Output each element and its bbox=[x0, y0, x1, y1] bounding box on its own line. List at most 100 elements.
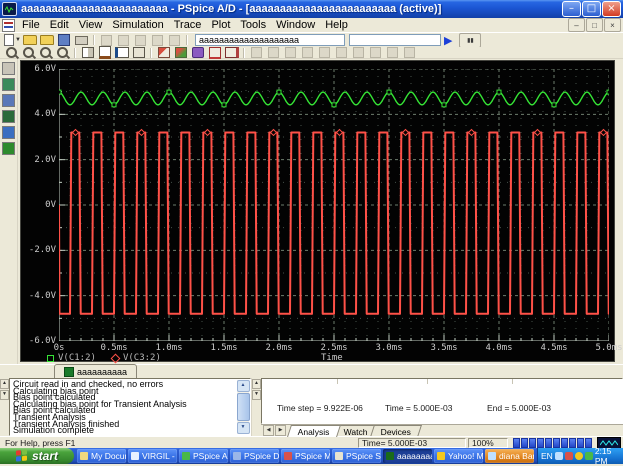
new-file-button[interactable]: ▼ bbox=[4, 34, 21, 47]
progress-block bbox=[545, 437, 552, 448]
zoom-in-button[interactable] bbox=[4, 46, 19, 59]
messenger-icon[interactable] bbox=[574, 452, 583, 460]
progress-block bbox=[561, 437, 568, 448]
waveform-chart[interactable] bbox=[59, 69, 609, 341]
x-tick-label: 0.5ms bbox=[100, 343, 128, 353]
performance-analysis-button[interactable] bbox=[114, 46, 129, 59]
circuit-file-icon[interactable] bbox=[2, 78, 15, 91]
simulation-profile-field[interactable]: aaaaaaaaaaaaaaaaaaaa bbox=[194, 34, 345, 46]
toggle-cursor-button[interactable] bbox=[224, 46, 239, 59]
taskbar-task[interactable]: PSpice Desi... bbox=[230, 449, 279, 463]
menu-item-simulation[interactable]: Simulation bbox=[107, 19, 168, 31]
zoom-out-button[interactable] bbox=[21, 46, 36, 59]
output-text-area: Circuit read in and checked, no errors Ca… bbox=[9, 378, 251, 436]
splitter-down-icon[interactable]: ▼ bbox=[0, 390, 9, 400]
splitter-down-icon[interactable]: ▼ bbox=[252, 390, 261, 400]
tab-label: Devices bbox=[381, 426, 412, 436]
taskbar-task[interactable]: aaaaaaaaaa... bbox=[383, 449, 432, 463]
task-label: Yahoo! Mes... bbox=[448, 451, 483, 461]
taskbar-task[interactable]: diana Band... bbox=[485, 449, 534, 463]
tab-analysis[interactable]: Analysis bbox=[287, 424, 341, 437]
sim-settings-icon[interactable] bbox=[2, 126, 15, 139]
sim-queue-icon[interactable] bbox=[2, 62, 15, 75]
taskbar-task[interactable]: PSpice Mes... bbox=[281, 449, 330, 463]
minimize-button[interactable]: – bbox=[562, 1, 581, 17]
menu-item-file[interactable]: File bbox=[17, 19, 45, 31]
disabled-cursor-icon bbox=[268, 47, 279, 58]
menu-item-view[interactable]: View bbox=[74, 19, 108, 31]
cut-button bbox=[99, 34, 114, 47]
fourier-button[interactable] bbox=[97, 46, 112, 59]
mark-data-points-icon bbox=[208, 46, 221, 59]
maximize-button[interactable]: □ bbox=[582, 1, 601, 17]
volume-icon[interactable] bbox=[554, 452, 563, 460]
antivirus-icon[interactable] bbox=[564, 452, 573, 460]
child-minimize-button[interactable]: – bbox=[568, 18, 585, 32]
output-scrollbar[interactable]: ▲ ▼ bbox=[236, 380, 250, 434]
redo-button bbox=[167, 34, 182, 47]
taskbar-task[interactable]: VIRGIL - Pl... bbox=[128, 449, 177, 463]
text-label-button[interactable] bbox=[190, 46, 205, 59]
data-file-icon[interactable] bbox=[2, 94, 15, 107]
column-divider bbox=[337, 379, 338, 384]
tab-scroll-left-icon[interactable]: ◀ bbox=[263, 425, 274, 436]
splitter-up-icon[interactable]: ▲ bbox=[252, 379, 261, 389]
run-simulation-button[interactable]: ▶ bbox=[444, 34, 452, 47]
task-label: PSpice Mes... bbox=[295, 451, 330, 461]
document-icon bbox=[2, 18, 15, 32]
open-file-button[interactable] bbox=[23, 34, 38, 47]
splitter-up-icon[interactable]: ▲ bbox=[0, 379, 9, 389]
y-tick-label: 6.0V bbox=[34, 64, 56, 74]
task-label: My Docume... bbox=[91, 451, 126, 461]
taskbar-task[interactable]: PSpice Sch... bbox=[332, 449, 381, 463]
eval-measurement-button[interactable] bbox=[173, 46, 188, 59]
mark-data-points-button[interactable] bbox=[207, 46, 222, 59]
scroll-up-icon[interactable]: ▲ bbox=[236, 380, 250, 392]
scroll-down-icon[interactable]: ▼ bbox=[236, 422, 250, 434]
run-profile-combo[interactable] bbox=[348, 34, 441, 46]
taskbar-task[interactable]: Yahoo! Mes... bbox=[434, 449, 483, 463]
child-close-button[interactable]: × bbox=[604, 18, 621, 32]
close-button[interactable]: × bbox=[602, 1, 621, 17]
taskbar-task[interactable]: My Docume... bbox=[77, 449, 126, 463]
menu-item-trace[interactable]: Trace bbox=[169, 19, 207, 31]
add-trace-button[interactable] bbox=[156, 46, 171, 59]
tab-devices[interactable]: Devices bbox=[370, 424, 423, 437]
zoom-area-button[interactable] bbox=[38, 46, 53, 59]
schematic-file-icon[interactable] bbox=[2, 142, 15, 155]
menu-item-plot[interactable]: Plot bbox=[206, 19, 235, 31]
menu-item-window[interactable]: Window bbox=[271, 19, 320, 31]
open-profile-button[interactable] bbox=[40, 34, 55, 47]
disabled-cursor-icon bbox=[251, 47, 262, 58]
tab-scroll-right-icon[interactable]: ▶ bbox=[275, 425, 286, 436]
log-y-axis-button[interactable] bbox=[131, 46, 146, 59]
plot-document-tab[interactable]: aaaaaaaaaa bbox=[54, 364, 138, 378]
cursor-tool-disabled bbox=[334, 46, 349, 59]
task-app-icon bbox=[233, 452, 241, 460]
legend-square-marker-icon bbox=[47, 354, 54, 362]
time-step-value: Time step = 9.922E-06 bbox=[277, 403, 363, 413]
disabled-cursor-icon bbox=[285, 47, 296, 58]
language-indicator[interactable]: EN bbox=[541, 451, 553, 461]
plot-tab-label: aaaaaaaaaa bbox=[77, 366, 128, 377]
pause-simulation-button[interactable]: ▮▮ bbox=[459, 32, 482, 48]
clock[interactable]: 2:15 PM bbox=[595, 446, 620, 466]
toolbar-separator bbox=[185, 35, 188, 45]
menu-item-edit[interactable]: Edit bbox=[45, 19, 74, 31]
menu-item-help[interactable]: Help bbox=[320, 19, 353, 31]
print-button[interactable] bbox=[74, 34, 89, 47]
scroll-thumb[interactable] bbox=[236, 393, 250, 421]
disabled-cursor-icon bbox=[370, 47, 381, 58]
tab-label: Analysis bbox=[297, 426, 330, 436]
output-file-icon[interactable] bbox=[2, 110, 15, 123]
menu-item-tools[interactable]: Tools bbox=[235, 19, 271, 31]
network-icon[interactable] bbox=[584, 452, 593, 460]
log-x-axis-button[interactable] bbox=[80, 46, 95, 59]
start-button[interactable]: start bbox=[0, 448, 74, 464]
zoom-fit-button[interactable] bbox=[55, 46, 70, 59]
waveform-plot-area[interactable]: 6.0V 4.0V 2.0V 0V -2.0V -4.0V -6.0V 0s 0.5ms 1.0… bbox=[20, 60, 623, 363]
save-button[interactable] bbox=[57, 34, 72, 47]
child-restore-button[interactable]: □ bbox=[586, 18, 603, 32]
progress-blocks bbox=[513, 437, 592, 448]
taskbar-task[interactable]: PSpice Appl... bbox=[179, 449, 228, 463]
